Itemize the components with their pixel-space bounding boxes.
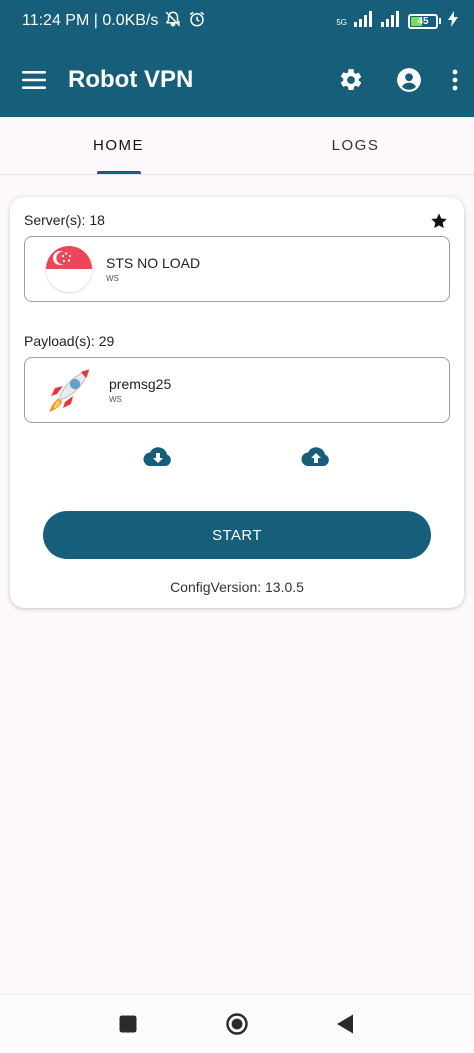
tab-logs[interactable]: LOGS <box>237 117 474 174</box>
payload-name: premsg25 <box>109 376 172 392</box>
tab-bar: HOME LOGS <box>0 117 474 175</box>
mute-notifications-icon <box>164 10 182 33</box>
signal-icon <box>354 10 374 32</box>
back-triangle-icon[interactable] <box>334 1013 356 1035</box>
status-time-speed: 11:24 PM | 0.0KB/s <box>22 12 159 29</box>
charging-bolt-icon <box>448 10 458 32</box>
singapore-flag-icon <box>46 246 92 292</box>
config-version: ConfigVersion: 13.0.5 <box>170 579 304 595</box>
system-nav-bar <box>0 994 474 1053</box>
status-right: 5G 45 <box>336 10 458 32</box>
cloud-download-icon[interactable] <box>142 444 174 468</box>
battery-icon: 45 <box>408 13 441 29</box>
network-type-label: 5G <box>336 17 347 27</box>
recents-square-icon[interactable] <box>117 1013 139 1035</box>
start-button[interactable]: START <box>43 511 431 559</box>
cloud-upload-icon[interactable] <box>300 444 332 468</box>
server-selector[interactable]: STS NO LOAD WS <box>24 236 450 302</box>
status-bar: 11:24 PM | 0.0KB/s 5G 45 <box>0 0 474 42</box>
status-left: 11:24 PM | 0.0KB/s <box>22 10 206 33</box>
settings-gear-icon[interactable] <box>338 67 364 93</box>
app-title: Robot VPN <box>68 65 194 93</box>
payload-count-label: Payload(s): 29 <box>24 333 115 349</box>
server-name: STS NO LOAD <box>106 255 201 271</box>
app-bar: Robot VPN <box>0 42 474 117</box>
server-subtitle: WS <box>106 274 119 283</box>
app-actions <box>338 67 458 93</box>
menu-icon[interactable] <box>22 68 46 92</box>
home-circle-icon[interactable] <box>226 1013 248 1035</box>
connection-card: Server(s): 18 STS NO LOAD WS Payload(s):… <box>10 197 464 608</box>
server-count-label: Server(s): 18 <box>24 212 105 228</box>
tab-active-indicator <box>96 171 141 174</box>
more-vertical-icon[interactable] <box>452 69 458 91</box>
account-icon[interactable] <box>396 67 422 93</box>
alarm-icon <box>188 10 206 33</box>
rocket-icon <box>43 364 95 416</box>
signal-icon <box>381 10 401 32</box>
tab-home[interactable]: HOME <box>0 117 237 174</box>
tab-home-label: HOME <box>93 137 144 154</box>
tab-logs-label: LOGS <box>331 137 380 154</box>
payload-subtitle: WS <box>109 395 122 404</box>
battery-level: 45 <box>417 15 429 27</box>
payload-selector[interactable]: premsg25 WS <box>24 357 450 423</box>
star-icon[interactable] <box>430 212 448 235</box>
